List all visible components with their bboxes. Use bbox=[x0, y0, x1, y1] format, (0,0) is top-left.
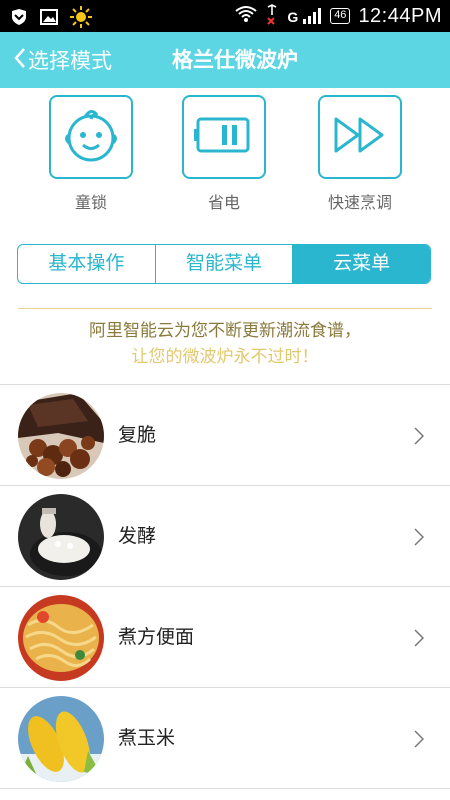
power-save-icon-box bbox=[182, 95, 266, 179]
quick-cook-label: 快速烹调 bbox=[327, 193, 392, 212]
recipe-name: 发酵 bbox=[118, 525, 157, 547]
list-item[interactable]: 复脆 bbox=[0, 384, 450, 485]
tab-smart-menu[interactable]: 智能菜单 bbox=[154, 245, 293, 283]
list-divider bbox=[0, 788, 450, 789]
child-lock-label: 童锁 bbox=[74, 193, 107, 212]
no-sim-icon bbox=[265, 3, 279, 29]
corn-photo bbox=[18, 696, 104, 782]
quick-cook-button[interactable]: 快速烹调 bbox=[315, 95, 405, 213]
wifi-icon bbox=[235, 5, 258, 27]
tab-cloud-menu[interactable]: 云菜单 bbox=[292, 245, 430, 283]
child-lock-icon-box bbox=[49, 95, 133, 179]
instant-noodles-photo bbox=[18, 595, 104, 681]
promo-banner: 阿里智能云为您不断更新潮流食谱， 让您的微波炉永不过时！ bbox=[0, 318, 450, 370]
feature-buttons: 童锁 省电 快速烹调 bbox=[0, 95, 450, 215]
signal-icon: G bbox=[287, 7, 322, 25]
promo-line-1: 阿里智能云为您不断更新潮流食谱， bbox=[89, 321, 361, 341]
power-save-button[interactable]: 省电 bbox=[179, 95, 269, 213]
clock: 12:44PM bbox=[358, 4, 442, 27]
list-item[interactable]: 煮方便面 bbox=[0, 586, 450, 687]
chevron-right-icon bbox=[414, 629, 425, 651]
rice-dish-photo bbox=[18, 494, 104, 580]
battery-level: 46 bbox=[330, 8, 351, 24]
image-icon bbox=[40, 9, 58, 29]
status-bar: G 46 12:44PM bbox=[0, 0, 450, 32]
page-title: 格兰仕微波炉 bbox=[172, 48, 298, 72]
caramel-popcorn-chocolate-photo bbox=[18, 393, 104, 479]
chevron-right-icon bbox=[414, 528, 425, 550]
shield-icon bbox=[10, 8, 28, 30]
chevron-right-icon bbox=[414, 427, 425, 449]
mode-tabs: 基本操作 智能菜单 云菜单 bbox=[17, 244, 431, 284]
tab-basic-operation[interactable]: 基本操作 bbox=[18, 245, 155, 283]
app-header: 选择模式 格兰仕微波炉 bbox=[0, 32, 450, 88]
recipe-list: 复脆 发酵 煮方便面 煮玉米 bbox=[0, 384, 450, 788]
power-save-label: 省电 bbox=[207, 193, 240, 212]
list-item[interactable]: 煮玉米 bbox=[0, 687, 450, 788]
quick-cook-icon-box bbox=[318, 95, 402, 179]
recipe-name: 煮方便面 bbox=[118, 626, 195, 648]
promo-divider bbox=[18, 308, 432, 309]
list-item[interactable]: 发酵 bbox=[0, 485, 450, 586]
network-type: G bbox=[287, 8, 299, 25]
child-lock-button[interactable]: 童锁 bbox=[46, 95, 136, 213]
battery-icon bbox=[192, 115, 256, 159]
promo-line-2: 让您的微波炉永不过时！ bbox=[131, 347, 319, 367]
sun-icon bbox=[70, 6, 92, 32]
baby-face-icon bbox=[61, 105, 121, 169]
fast-forward-icon bbox=[330, 115, 390, 159]
recipe-name: 复脆 bbox=[118, 424, 157, 446]
recipe-name: 煮玉米 bbox=[118, 727, 176, 749]
chevron-right-icon bbox=[414, 730, 425, 752]
